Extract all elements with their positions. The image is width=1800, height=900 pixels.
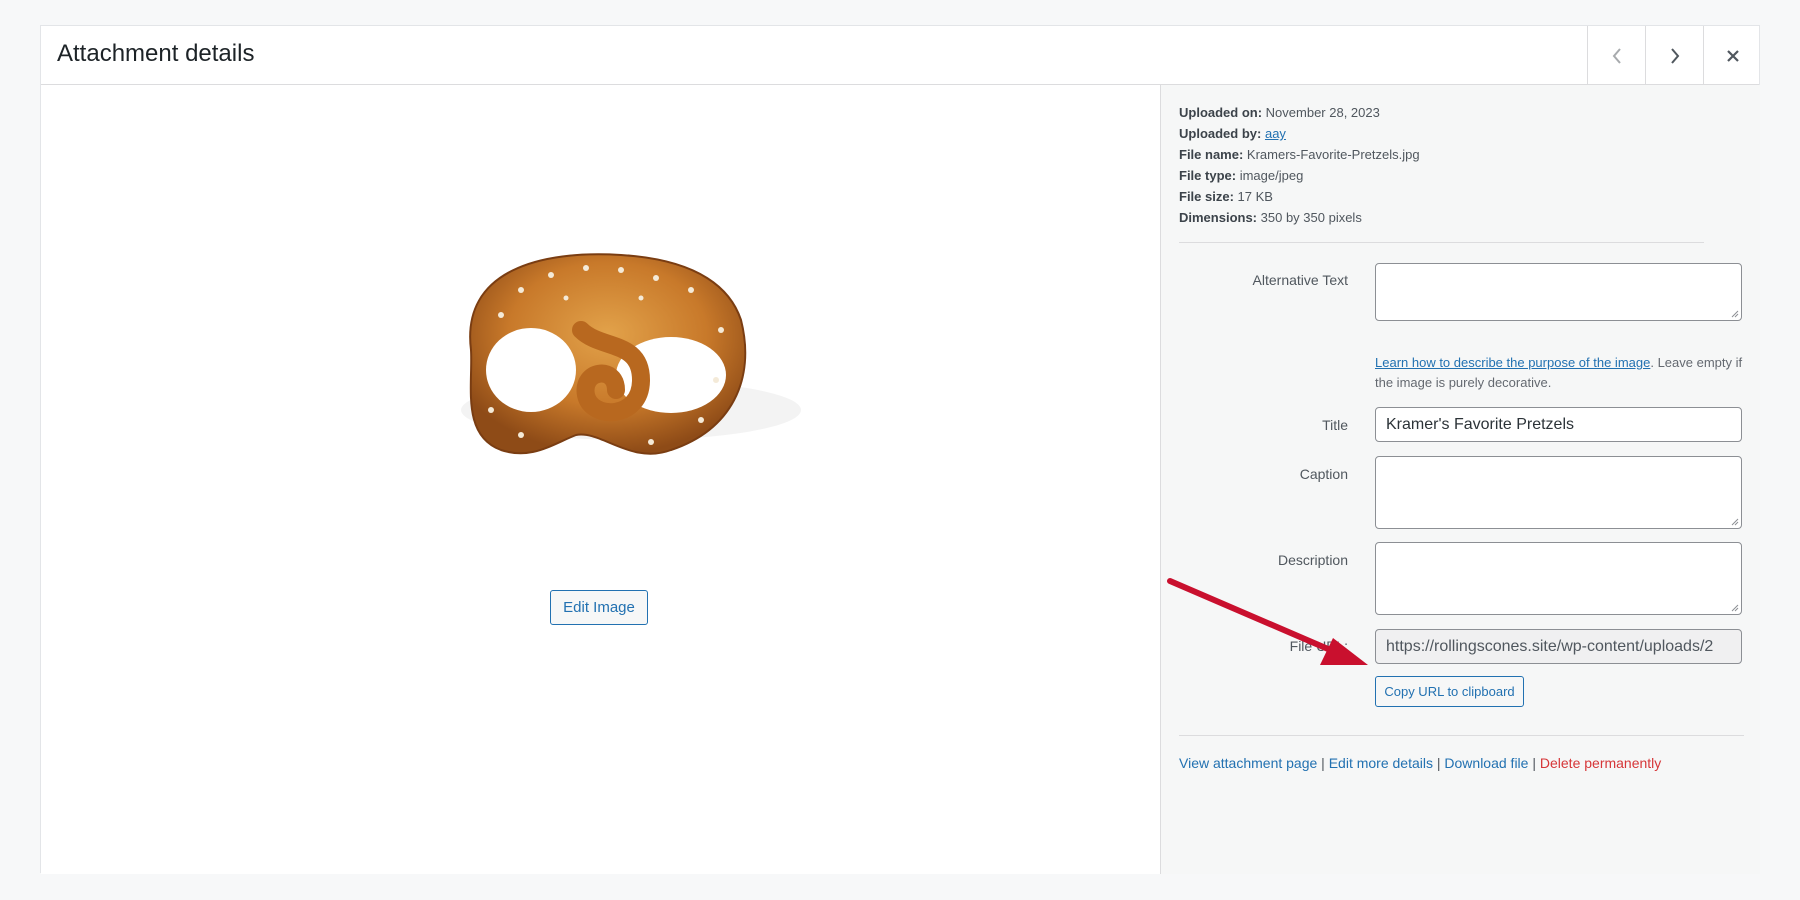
separator: | xyxy=(1532,755,1536,771)
title-label: Title xyxy=(1322,417,1348,433)
file-size-row: File size: 17 KB xyxy=(1179,186,1420,207)
description-field[interactable] xyxy=(1375,542,1742,615)
alt-text-help: Learn how to describe the purpose of the… xyxy=(1375,353,1745,393)
uploaded-on-value: November 28, 2023 xyxy=(1265,105,1380,120)
file-size-label: File size: xyxy=(1179,189,1234,204)
alt-text-field[interactable] xyxy=(1375,263,1742,321)
uploaded-by-row: Uploaded by: aay xyxy=(1179,123,1420,144)
title-field[interactable]: Kramer's Favorite Pretzels xyxy=(1375,407,1742,442)
uploaded-on-row: Uploaded on: November 28, 2023 xyxy=(1179,102,1420,123)
view-attachment-link[interactable]: View attachment page xyxy=(1179,755,1317,771)
modal-header: Attachment details xyxy=(41,26,1759,85)
file-name-label: File name: xyxy=(1179,147,1244,162)
uploaded-by-label: Uploaded by: xyxy=(1179,126,1262,141)
file-details: Uploaded on: November 28, 2023 Uploaded … xyxy=(1179,102,1420,228)
edit-image-button[interactable]: Edit Image xyxy=(550,590,648,625)
divider xyxy=(1179,242,1704,243)
description-label: Description xyxy=(1277,552,1348,568)
file-type-value: image/jpeg xyxy=(1239,168,1304,183)
caption-label: Caption xyxy=(1299,466,1348,482)
uploaded-on-label: Uploaded on: xyxy=(1179,105,1263,120)
file-name-value: Kramers-Favorite-Pretzels.jpg xyxy=(1246,147,1420,162)
edit-details-link[interactable]: Edit more details xyxy=(1329,755,1433,771)
image-preview-pane: Edit Image xyxy=(41,85,1160,874)
next-button[interactable] xyxy=(1645,26,1703,85)
attachment-image xyxy=(401,180,851,540)
dimensions-row: Dimensions: 350 by 350 pixels xyxy=(1179,207,1420,228)
dimensions-value: 350 by 350 pixels xyxy=(1260,210,1362,225)
file-type-row: File type: image/jpeg xyxy=(1179,165,1420,186)
previous-button[interactable] xyxy=(1587,26,1645,85)
delete-permanently-link[interactable]: Delete permanently xyxy=(1540,755,1661,771)
alt-text-help-link[interactable]: Learn how to describe the purpose of the… xyxy=(1375,355,1650,370)
file-name-row: File name: Kramers-Favorite-Pretzels.jpg xyxy=(1179,144,1420,165)
page-title: Attachment details xyxy=(57,40,255,67)
separator: | xyxy=(1321,755,1325,771)
file-url-field[interactable]: https://rollingscones.site/wp-content/up… xyxy=(1375,629,1742,664)
copy-url-button[interactable]: Copy URL to clipboard xyxy=(1375,676,1524,707)
dimensions-label: Dimensions: xyxy=(1179,210,1258,225)
caption-field[interactable] xyxy=(1375,456,1742,529)
title-value: Kramer's Favorite Pretzels xyxy=(1386,415,1574,433)
download-file-link[interactable]: Download file xyxy=(1444,755,1528,771)
resize-grip-icon xyxy=(1731,604,1739,612)
chevron-left-icon xyxy=(1612,47,1621,64)
attachment-actions: View attachment page | Edit more details… xyxy=(1179,755,1661,771)
uploader-link[interactable]: aay xyxy=(1265,126,1286,141)
attachment-info-sidebar: Uploaded on: November 28, 2023 Uploaded … xyxy=(1160,85,1760,874)
file-url-label: File URL: xyxy=(1289,638,1348,654)
file-url-value: https://rollingscones.site/wp-content/up… xyxy=(1386,637,1714,655)
chevron-right-icon xyxy=(1670,47,1679,64)
divider xyxy=(1179,735,1744,736)
close-button[interactable] xyxy=(1703,26,1761,85)
file-size-value: 17 KB xyxy=(1237,189,1273,204)
separator: | xyxy=(1436,755,1441,771)
file-type-label: File type: xyxy=(1179,168,1237,183)
resize-grip-icon xyxy=(1731,310,1739,318)
alt-text-label: Alternative Text xyxy=(1252,272,1348,288)
resize-grip-icon xyxy=(1731,518,1739,526)
attachment-details-modal: Attachment details Edit Image Uploaded o… xyxy=(40,25,1760,874)
close-icon xyxy=(1726,49,1739,62)
